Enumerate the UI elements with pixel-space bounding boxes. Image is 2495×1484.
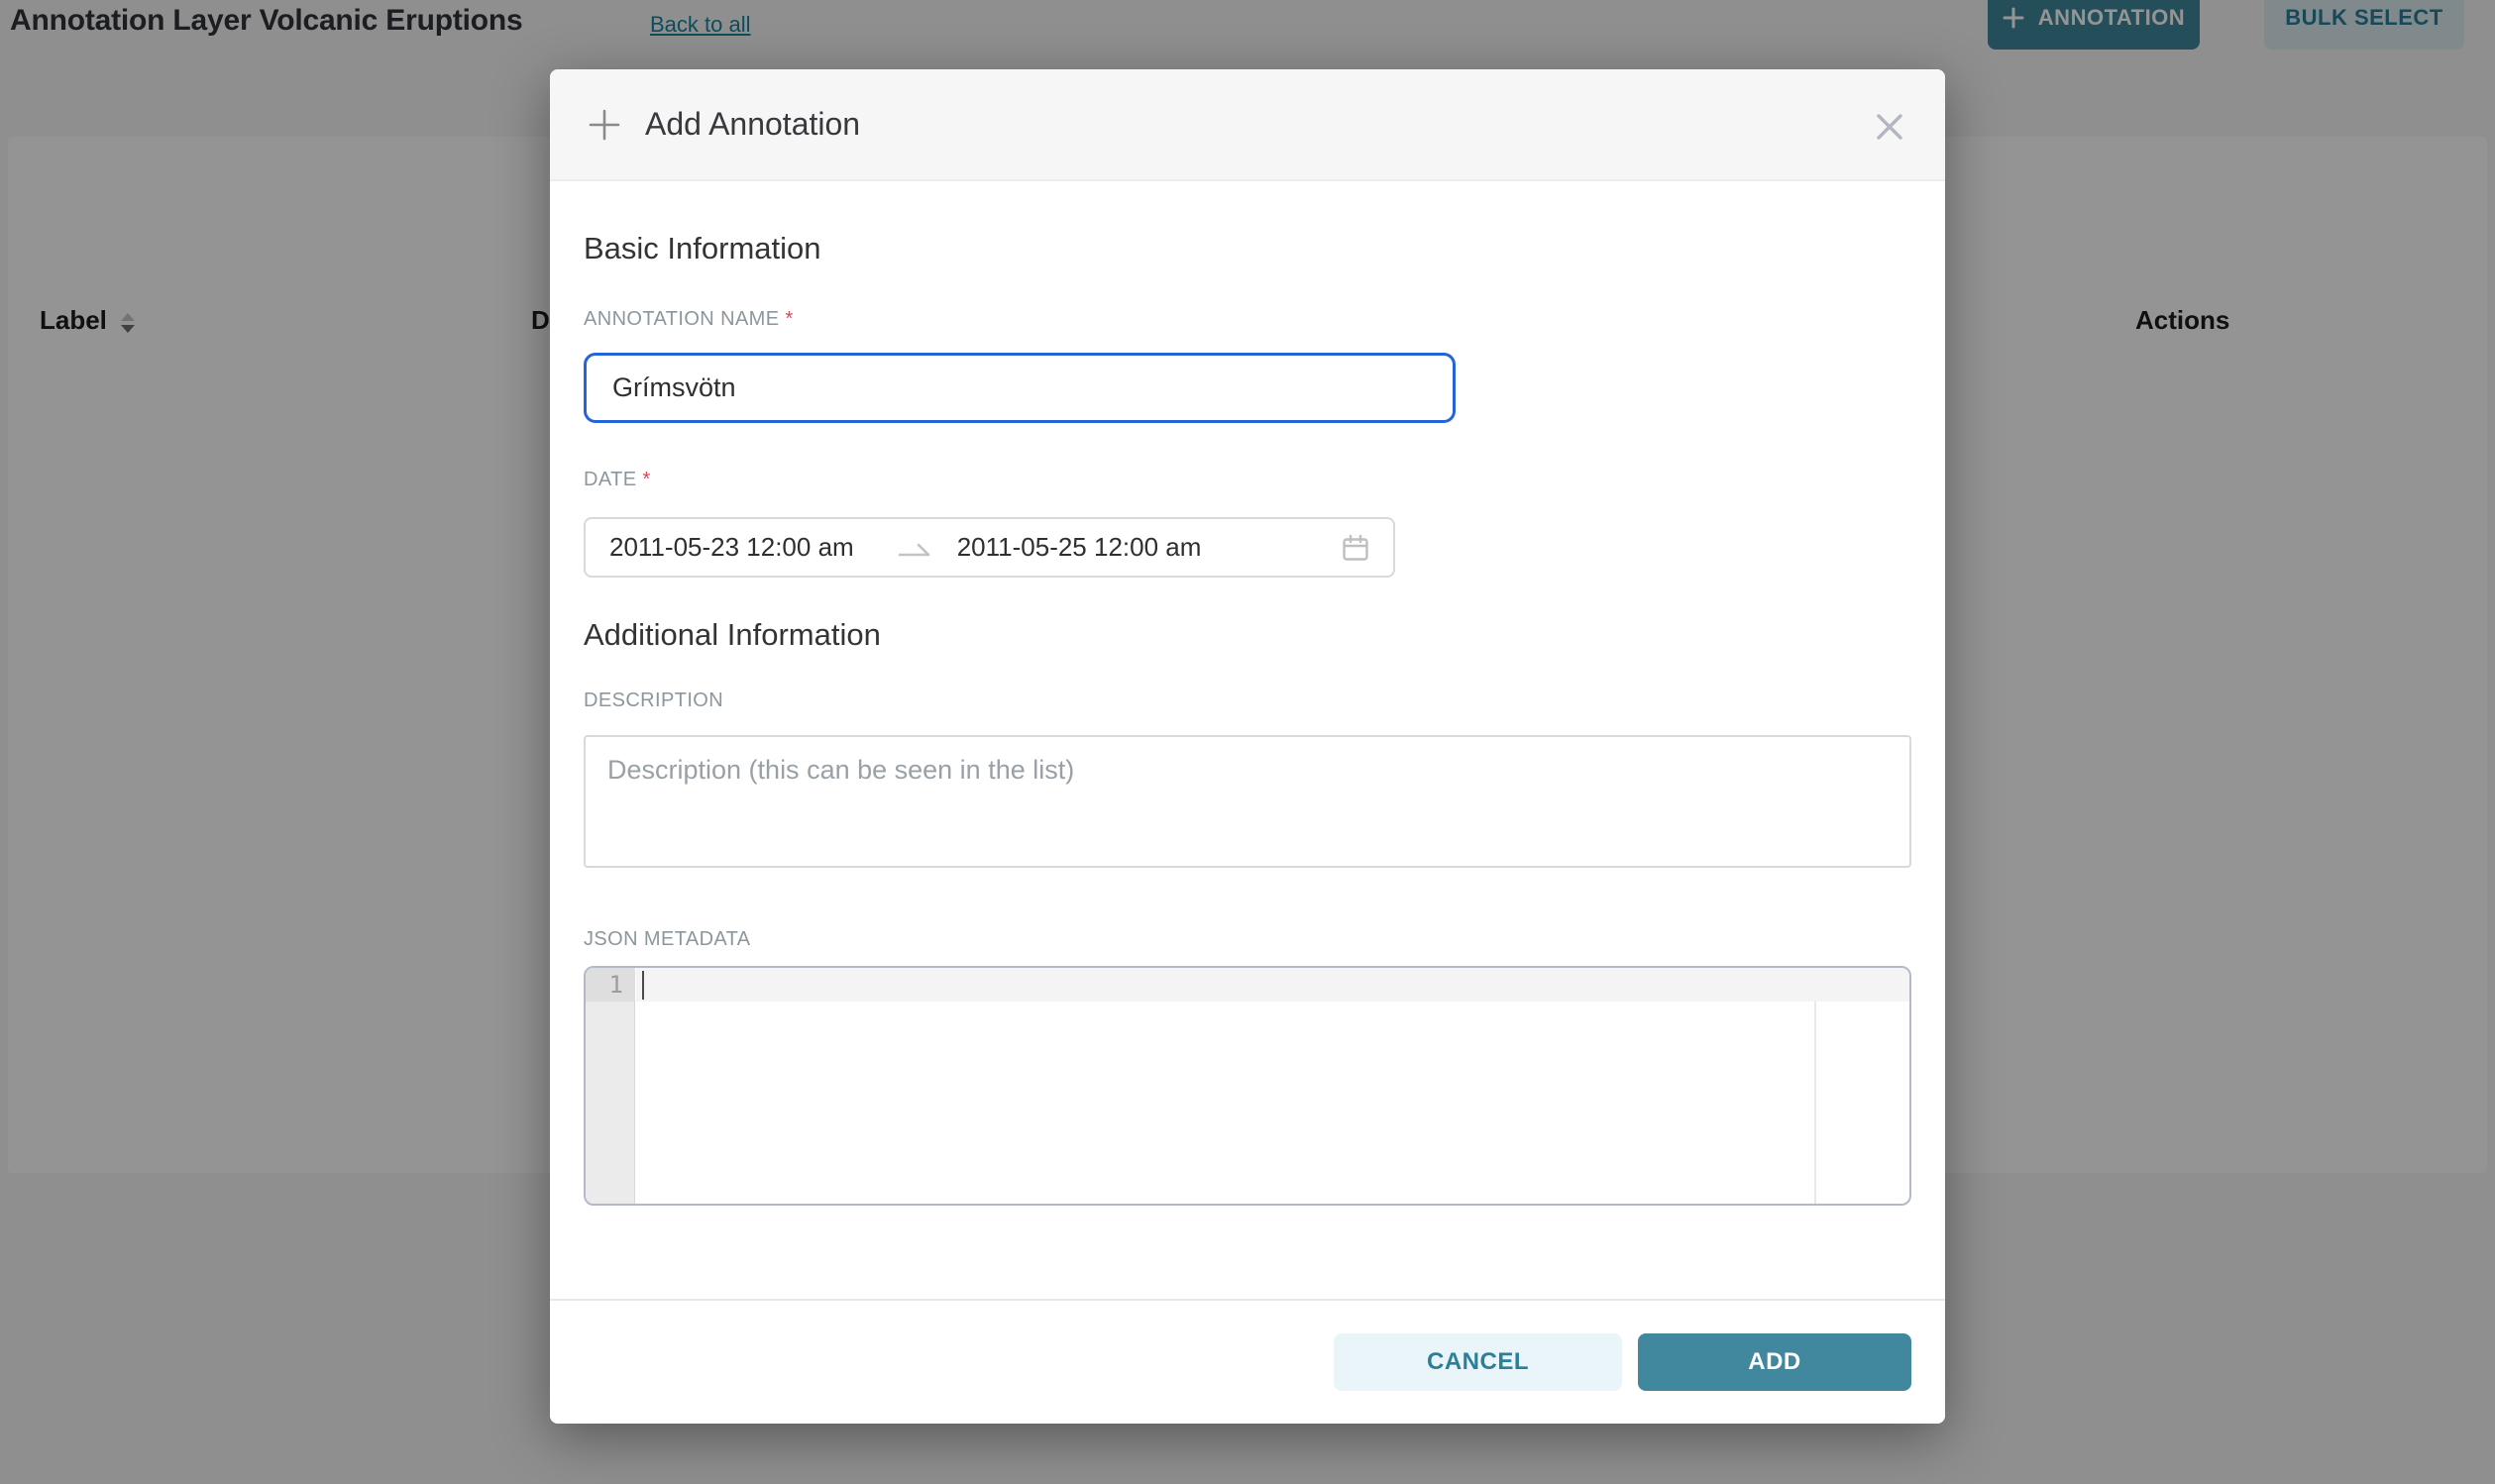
date-label: DATE* — [584, 469, 1911, 491]
section-heading-additional: Additional Information — [584, 617, 1911, 653]
editor-print-margin — [1814, 1002, 1816, 1204]
json-metadata-label: JSON METADATA — [584, 928, 1911, 951]
editor-gutter — [586, 968, 635, 1204]
editor-line-number: 1 — [586, 968, 635, 1002]
modal-header: Add Annotation — [550, 69, 1945, 181]
annotation-name-input[interactable] — [584, 353, 1456, 423]
description-textarea[interactable] — [584, 735, 1911, 868]
editor-active-line — [636, 968, 1909, 1002]
date-end-value[interactable]: 2011-05-25 12:00 am — [957, 532, 1202, 563]
required-asterisk: * — [785, 308, 793, 330]
cancel-button[interactable]: CANCEL — [1334, 1333, 1622, 1391]
add-button[interactable]: ADD — [1638, 1333, 1911, 1391]
date-range-picker[interactable]: 2011-05-23 12:00 am 2011-05-25 12:00 am — [584, 517, 1395, 578]
close-icon[interactable] — [1870, 107, 1909, 147]
calendar-icon[interactable] — [1342, 534, 1369, 562]
section-heading-basic: Basic Information — [584, 231, 1911, 266]
modal-title: Add Annotation — [645, 106, 860, 143]
plus-icon — [588, 108, 621, 142]
annotation-name-label: ANNOTATION NAME* — [584, 308, 1911, 331]
description-label: DESCRIPTION — [584, 689, 1911, 712]
json-metadata-editor[interactable]: 1 — [584, 966, 1911, 1206]
annotation-layer-page: Annotation Layer Volcanic Eruptions Back… — [0, 0, 2495, 1484]
required-asterisk: * — [642, 469, 650, 490]
add-annotation-modal: Add Annotation Basic Information ANNOTAT… — [550, 69, 1945, 1424]
range-arrow-icon — [896, 538, 933, 562]
modal-footer: CANCEL ADD — [550, 1299, 1945, 1424]
modal-body: Basic Information ANNOTATION NAME* DATE*… — [550, 231, 1945, 1206]
editor-cursor — [642, 971, 644, 1000]
date-start-value[interactable]: 2011-05-23 12:00 am — [609, 532, 854, 563]
